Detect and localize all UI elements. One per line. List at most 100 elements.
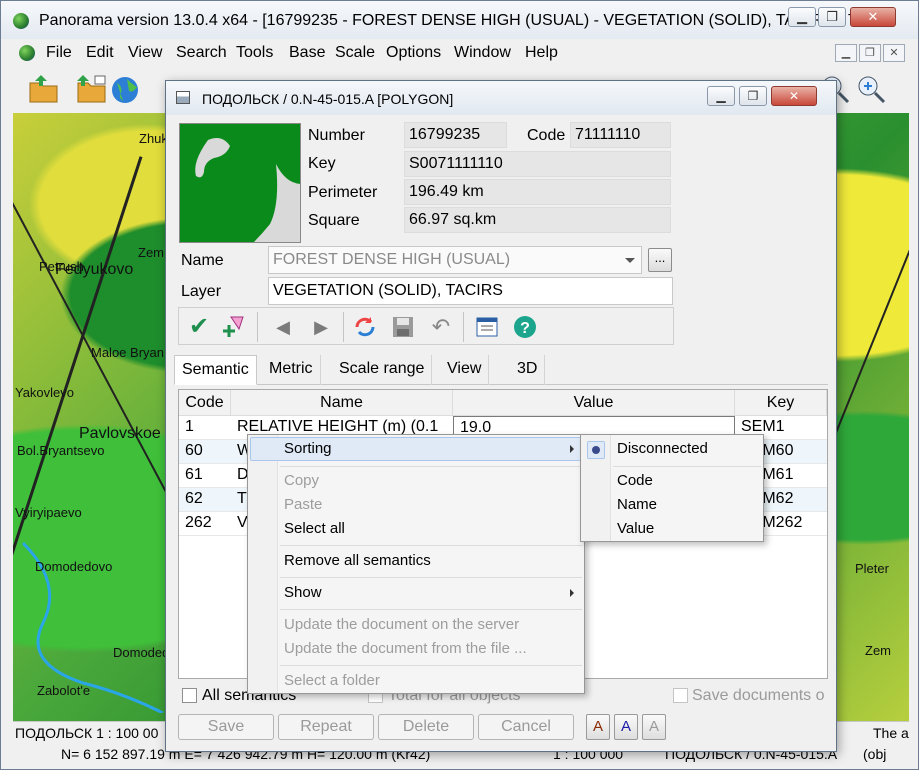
layer-field: VEGETATION (SOLID), TACIRS — [268, 277, 673, 305]
save-documents-checkbox[interactable] — [673, 688, 688, 703]
dialog-title: ПОДОЛЬСК / 0.N-45-015.A [POLYGON] — [202, 91, 454, 107]
refresh-arrows-icon — [355, 317, 375, 337]
add-point-icon[interactable] — [219, 313, 247, 341]
column-header-name[interactable]: Name — [231, 390, 453, 416]
menu-item-copy[interactable]: Copy — [284, 472, 319, 489]
column-header-value[interactable]: Value — [453, 390, 735, 416]
toolbar-separator — [257, 312, 258, 342]
submenu-item-code[interactable]: Code — [617, 472, 653, 489]
map-label: Zhuk — [139, 131, 168, 146]
mdi-restore-button[interactable]: ❐ — [859, 44, 881, 62]
menu-window[interactable]: Window — [454, 44, 511, 62]
menu-item-sorting[interactable]: Sorting — [284, 440, 332, 457]
tab-view[interactable]: View — [440, 355, 490, 385]
font-color-button[interactable]: A — [586, 714, 610, 740]
refresh-icon[interactable] — [351, 313, 379, 341]
menu-separator — [280, 466, 582, 467]
maximize-button[interactable]: ❐ — [818, 7, 846, 27]
next-icon[interactable]: ▶ — [307, 313, 335, 341]
column-header-key[interactable]: Key — [735, 390, 827, 416]
dialog-minimize-button[interactable]: ▁ — [707, 86, 735, 106]
menu-view[interactable]: View — [128, 44, 162, 62]
menu-gutter — [248, 435, 278, 693]
map-label: Yakovlevo — [15, 385, 75, 400]
map-label: Maloe Bryan — [91, 345, 164, 360]
menu-item-show[interactable]: Show — [284, 584, 322, 601]
layer-label: Layer — [181, 283, 222, 300]
toolbar-separator — [463, 312, 464, 342]
minimize-button[interactable]: ▁ — [788, 7, 816, 27]
mdi-minimize-button[interactable]: ▁ — [835, 44, 857, 62]
browse-name-button[interactable]: ... — [648, 248, 672, 272]
globe-icon[interactable] — [109, 73, 143, 105]
font-style-button[interactable]: A — [614, 714, 638, 740]
menu-edit[interactable]: Edit — [86, 44, 114, 62]
previous-icon[interactable]: ◀ — [269, 313, 297, 341]
menu-item-select-folder[interactable]: Select a folder — [284, 672, 380, 689]
menu-item-select-all[interactable]: Select all — [284, 520, 345, 537]
cell-code: 62 — [179, 488, 231, 512]
zoom-in-icon[interactable] — [855, 73, 889, 105]
tab-semantic[interactable]: Semantic — [174, 355, 257, 385]
dialog-close-button[interactable]: ✕ — [771, 86, 817, 106]
submenu-item-value[interactable]: Value — [617, 520, 654, 537]
document-list-icon[interactable] — [473, 313, 501, 341]
number-value: 16799235 — [404, 122, 507, 148]
map-label: Pavlovskoe — [79, 425, 161, 442]
tab-metric[interactable]: Metric — [262, 355, 321, 385]
radio-dot-icon — [592, 446, 600, 454]
add-vertex-icon — [223, 316, 244, 337]
open-folder-list-icon[interactable] — [75, 73, 109, 105]
help-icon[interactable]: ? — [511, 313, 539, 341]
polygon-preview — [180, 124, 300, 242]
number-label: Number — [308, 127, 365, 144]
apply-check-icon[interactable]: ✔ — [185, 313, 213, 341]
map-label: Vyiryipaevo — [15, 505, 82, 520]
map-label: Pleter — [855, 561, 889, 576]
column-header-code[interactable]: Code — [179, 390, 231, 416]
delete-button[interactable]: Delete — [378, 714, 474, 740]
dialog-titlebar[interactable]: ПОДОЛЬСК / 0.N-45-015.A [POLYGON] ▁ ❐ ✕ — [166, 81, 836, 115]
open-folder-icon[interactable] — [27, 73, 61, 105]
key-value: S0071111110 — [404, 151, 671, 177]
menu-tools[interactable]: Tools — [236, 44, 273, 62]
menu-help[interactable]: Help — [525, 44, 558, 62]
save-disk-icon[interactable] — [389, 313, 417, 341]
menu-item-paste[interactable]: Paste — [284, 496, 322, 513]
menu-base[interactable]: Base — [289, 44, 325, 62]
name-label: Name — [181, 252, 224, 269]
menu-file[interactable]: File — [46, 44, 72, 62]
menu-options[interactable]: Options — [386, 44, 441, 62]
save-button[interactable]: Save — [178, 714, 274, 740]
all-semantics-checkbox[interactable] — [182, 688, 197, 703]
submenu-item-disconnected[interactable]: Disconnected — [617, 440, 708, 457]
close-button[interactable]: ✕ — [850, 7, 896, 27]
name-combobox[interactable]: FOREST DENSE HIGH (USUAL) — [268, 246, 642, 274]
undo-icon[interactable]: ↶ — [427, 313, 455, 341]
square-label: Square — [308, 212, 360, 229]
map-label: Bol.Bryantsevo — [17, 443, 105, 458]
menu-scale[interactable]: Scale — [335, 44, 375, 62]
menu-item-update-server[interactable]: Update the document on the server — [284, 616, 519, 633]
menu-bar: File Edit View Search Tools Base Scale O… — [13, 41, 909, 65]
cell-code: 61 — [179, 464, 231, 488]
floppy-icon — [393, 317, 413, 337]
menu-item-remove-all[interactable]: Remove all semantics — [284, 552, 431, 569]
menu-search[interactable]: Search — [176, 44, 227, 62]
status-message: The a — [873, 725, 909, 741]
mdi-close-button[interactable]: ✕ — [883, 44, 905, 62]
repeat-button[interactable]: Repeat — [278, 714, 374, 740]
dialog-maximize-button[interactable]: ❐ — [739, 86, 767, 106]
mdi-app-icon[interactable] — [19, 45, 35, 61]
sorting-submenu: Disconnected Code Name Value — [580, 434, 764, 542]
tab-scale-range[interactable]: Scale range — [332, 355, 433, 385]
main-titlebar[interactable]: Panorama version 13.0.4 x64 - [16799235 … — [1, 1, 918, 39]
menu-item-update-file[interactable]: Update the document from the file ... — [284, 640, 527, 657]
cancel-button[interactable]: Cancel — [478, 714, 574, 740]
submenu-item-name[interactable]: Name — [617, 496, 657, 513]
context-menu: Sorting Copy Paste Select all Remove all… — [247, 434, 585, 694]
tab-3d[interactable]: 3D — [510, 355, 546, 385]
dialog-window-icon — [176, 91, 190, 104]
font-size-button[interactable]: A — [642, 714, 666, 740]
menu-separator — [280, 577, 582, 578]
